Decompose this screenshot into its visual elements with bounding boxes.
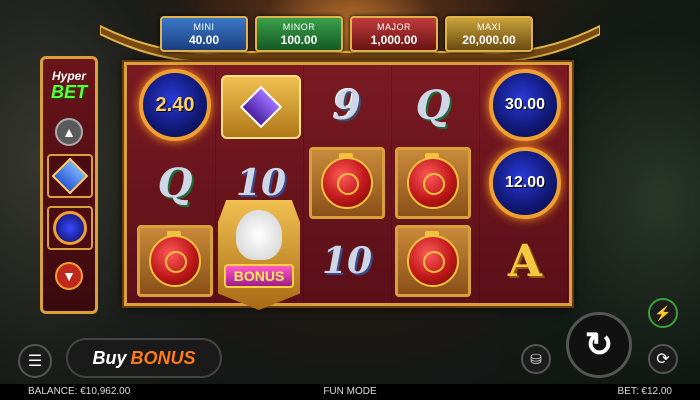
- jackpot-minor: MINOR 100.00: [255, 16, 343, 52]
- arrow-down-icon: ▼: [62, 268, 76, 284]
- gem-icon: [51, 157, 89, 195]
- jackpot-mini-value: 40.00: [188, 33, 220, 47]
- monkey-king-icon: [236, 210, 282, 260]
- reel-cell-r3c5: A: [483, 223, 567, 299]
- spin-button[interactable]: ↻: [566, 312, 632, 378]
- bonus-label: BONUS: [223, 264, 295, 288]
- lantern-icon: [149, 231, 201, 287]
- jackpot-major-value: 1,000.00: [370, 33, 418, 47]
- reel-cell-r3c3: 10: [305, 223, 389, 299]
- jackpot-minor-value: 100.00: [280, 33, 318, 47]
- lantern-symbol: [395, 225, 471, 297]
- money-orb-value: 12.00: [504, 174, 546, 191]
- jackpot-minor-label: MINOR: [282, 22, 316, 32]
- autoplay-button[interactable]: ⟳: [648, 344, 678, 374]
- symbol-10: 10: [321, 240, 373, 282]
- buy-bonus-label-buy: Buy: [92, 347, 127, 368]
- money-orb: 30.00: [489, 69, 561, 141]
- reel-cell-r1c1: 2.40: [133, 67, 217, 143]
- diamond-icon: [239, 85, 283, 129]
- symbol-q: Q: [157, 159, 193, 207]
- jackpot-major: MAJOR 1,000.00: [350, 16, 438, 52]
- hyper-bet-down-button[interactable]: ▼: [55, 262, 83, 290]
- buy-bonus-label-bonus: BONUS: [130, 347, 196, 368]
- turbo-button[interactable]: ⚡: [648, 298, 678, 328]
- hyper-bet-option-orb[interactable]: [47, 206, 93, 250]
- money-orb-value: 2.40: [155, 93, 195, 116]
- lantern-icon: [321, 153, 373, 209]
- status-bar: BALANCE: €10,962.00 FUN MODE BET: €12.00: [0, 384, 700, 400]
- lantern-icon: [407, 153, 459, 209]
- bonus-symbol: BONUS: [218, 200, 300, 310]
- hyper-bet-up-button[interactable]: ▲: [55, 118, 83, 146]
- autoplay-icon: ⟳: [656, 351, 670, 368]
- reel-cell-r2c1: Q: [133, 145, 217, 221]
- jackpot-maxi: MAXI 20,000.00: [445, 16, 533, 52]
- reel-cell-r1c3: 9: [305, 67, 389, 143]
- spin-arrow-icon: ↻: [584, 326, 614, 364]
- coin-stack-icon: ⛁: [530, 350, 542, 367]
- lantern-symbol: [395, 147, 471, 219]
- hamburger-icon: ☰: [27, 353, 43, 370]
- reel-cell-r3c4: [391, 223, 475, 299]
- reel-cell-r2c3: [305, 145, 389, 221]
- bet-text: BET: €12.00: [617, 386, 672, 397]
- reel-cell-r2c5: 12.00: [483, 145, 567, 221]
- money-orb-value: 30.00: [504, 96, 546, 113]
- bet-settings-button[interactable]: ⛁: [521, 344, 551, 374]
- jackpot-maxi-value: 20,000.00: [462, 33, 516, 47]
- reel-cell-r1c4: Q: [391, 67, 475, 143]
- menu-button[interactable]: ☰: [18, 344, 52, 378]
- money-orb: 2.40: [139, 69, 211, 141]
- reel-cell-r3c1: [133, 223, 217, 299]
- lantern-symbol: [137, 225, 213, 297]
- hyper-bet-logo: Hyper BET: [43, 70, 95, 102]
- jackpot-maxi-label: MAXI: [476, 22, 501, 32]
- jackpot-major-label: MAJOR: [377, 22, 411, 32]
- orb-icon: [53, 211, 87, 245]
- symbol-q: Q: [415, 81, 451, 129]
- arrow-up-icon: ▲: [62, 124, 76, 140]
- lightning-icon: ⚡: [654, 304, 672, 321]
- reel-cell-r1c2: [219, 69, 303, 145]
- reel-cell-r1c5: 30.00: [483, 67, 567, 143]
- hyper-bet-option-gem[interactable]: [47, 154, 93, 198]
- lantern-symbol: [309, 147, 385, 219]
- money-orb: 12.00: [489, 147, 561, 219]
- buy-bonus-button[interactable]: Buy BONUS: [66, 338, 222, 378]
- jackpot-mini-label: MINI: [193, 22, 215, 32]
- jackpot-mini: MINI 40.00: [160, 16, 248, 52]
- reel-grid: 2.40 9 Q 30.00 Q 10 12.00 10 A: [124, 62, 572, 306]
- hyper-bet-logo-line2: BET: [51, 82, 87, 102]
- symbol-10: 10: [235, 162, 287, 204]
- reel-cell-r2c4: [391, 145, 475, 221]
- coins-symbol: [221, 75, 301, 139]
- symbol-a: A: [507, 235, 543, 287]
- mode-text: FUN MODE: [323, 386, 377, 397]
- lantern-icon: [407, 231, 459, 287]
- symbol-9: 9: [333, 81, 361, 129]
